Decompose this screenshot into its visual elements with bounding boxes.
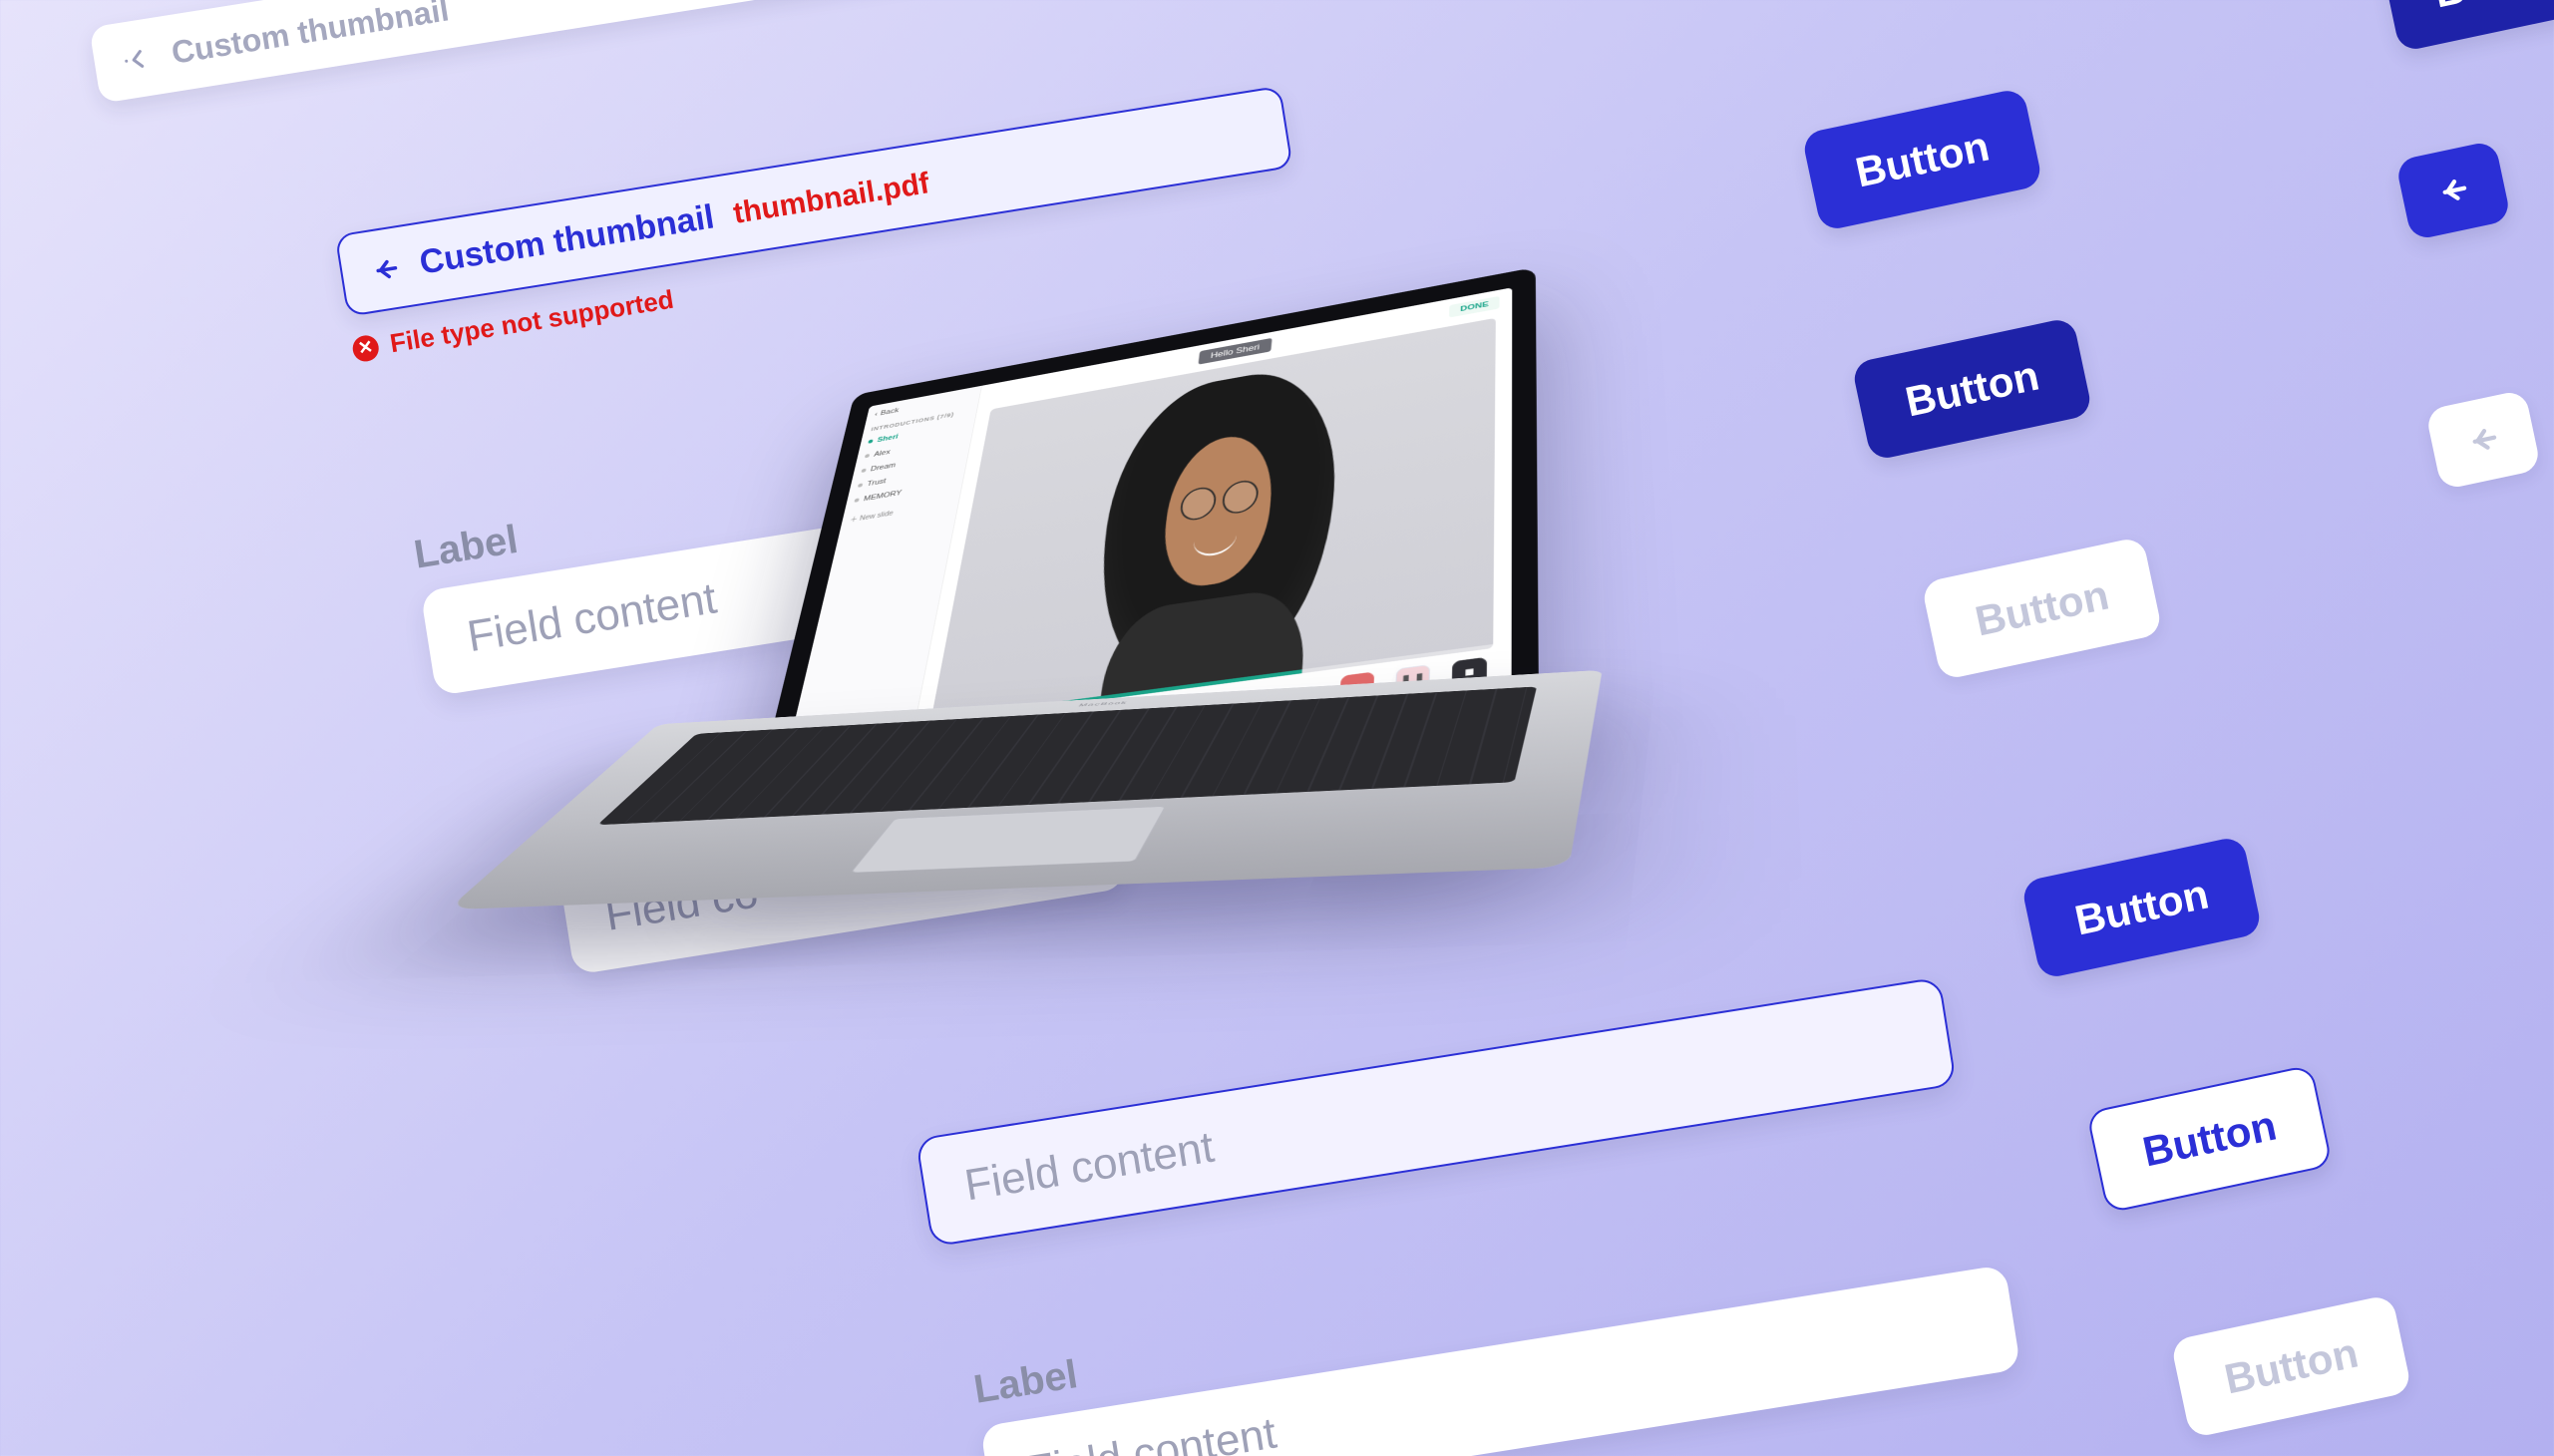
arrow-left-icon [368, 252, 402, 286]
button-label: Button [1971, 570, 2112, 645]
pause-icon: ❚❚ [1395, 664, 1430, 696]
arrow-left-icon [2433, 171, 2473, 210]
record-icon: ● [1339, 671, 1374, 703]
chip-filename: thumbnail.pdf [731, 167, 931, 231]
greeting-pill: Hello Sheri [1198, 338, 1272, 365]
button-label: Button [2070, 870, 2212, 944]
button-label: Button [1851, 122, 1993, 196]
button-label: Button [2220, 1328, 2362, 1403]
button-primary[interactable]: Button [1801, 87, 2043, 231]
button-label: Button [2429, 0, 2554, 18]
arrow-left-icon [121, 42, 155, 76]
slide-name: Alex [873, 448, 891, 458]
video-progress[interactable] [930, 644, 1493, 722]
tool-record[interactable]: ● Record [1333, 671, 1381, 715]
button-primary[interactable]: Button [2020, 835, 2263, 979]
button-ghost[interactable]: Button [2170, 1293, 2412, 1438]
toolbar-right: ● Record ❚❚ Pause ■ Stop [1333, 656, 1494, 715]
tool-stop[interactable]: ■ Stop [1445, 656, 1493, 701]
chevron-left-icon: ‹ [874, 411, 878, 419]
done-label: DONE [1460, 300, 1489, 313]
button-label: Button [2138, 1101, 2280, 1176]
done-badge[interactable]: DONE [1449, 296, 1499, 318]
slide-item[interactable]: Sheri [868, 420, 967, 447]
status-dot-icon [868, 439, 873, 443]
tool-label: Record [1341, 702, 1370, 714]
slide-section-title: INTRODUCTIONS (7/9) [871, 409, 969, 433]
stop-icon: ■ [1452, 657, 1487, 689]
chip-label: Custom thumbnail [417, 197, 717, 282]
tool-label: Pause [1399, 695, 1425, 706]
tool-label: Stop [1459, 689, 1478, 700]
button-primary-dark[interactable]: Button [2379, 0, 2554, 53]
greeting-text: Hello Sheri [1210, 343, 1260, 361]
button-outline[interactable]: Button [2085, 1064, 2333, 1214]
laptop-brand: MacBook [1078, 701, 1129, 707]
arrow-left-icon [2463, 420, 2503, 460]
button-primary-dark[interactable]: Button [1851, 316, 2093, 461]
text-input-focused[interactable]: Field content [915, 976, 1957, 1247]
button-label: Button [1901, 351, 2042, 426]
chip-label: Custom thumbnail [169, 0, 451, 72]
status-dot-icon [865, 454, 870, 458]
button-back-ghost[interactable] [2425, 389, 2542, 490]
button-ghost[interactable]: Button [1921, 536, 2163, 680]
error-icon: ✕ [351, 333, 381, 363]
tool-pause[interactable]: ❚❚ Pause [1388, 663, 1436, 708]
button-back-primary[interactable] [2395, 140, 2512, 240]
slide-name: Sheri [877, 433, 899, 444]
custom-thumbnail-chip-ghost[interactable]: Custom thumbnail [89, 0, 947, 104]
back-label: Back [880, 407, 900, 417]
back-link[interactable]: ‹ Back [874, 393, 972, 418]
